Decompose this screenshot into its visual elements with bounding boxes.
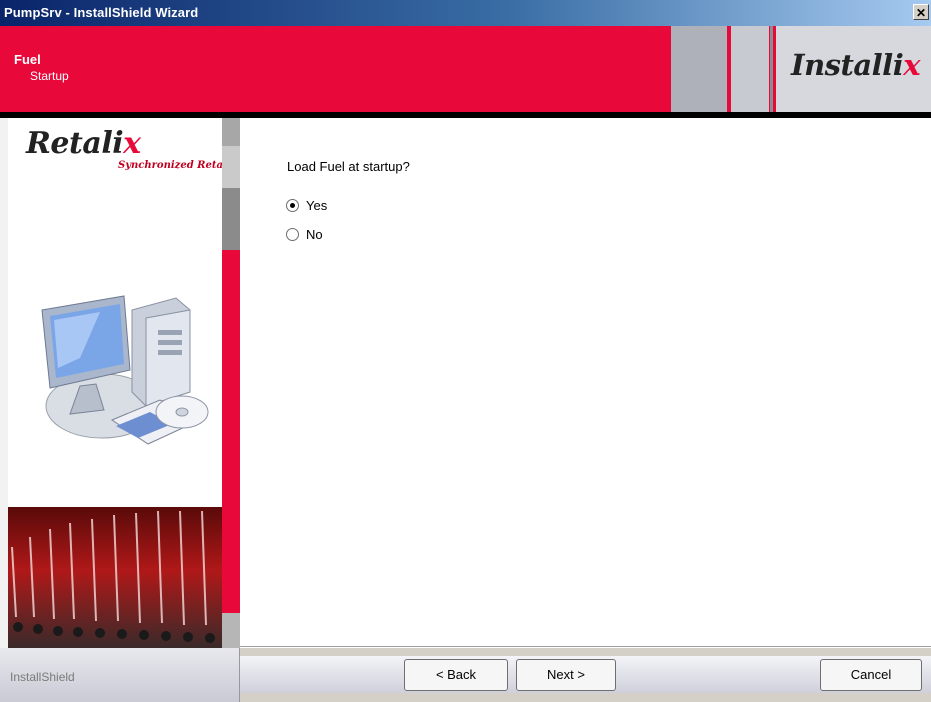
window-title: PumpSrv - InstallShield Wizard <box>4 5 199 20</box>
yes-radio[interactable] <box>286 199 299 212</box>
close-button[interactable]: ✕ <box>913 4 929 20</box>
cancel-button[interactable]: Cancel <box>820 659 922 691</box>
header-stripe <box>770 26 773 112</box>
header-stripe <box>731 26 769 112</box>
header-subtitle: Startup <box>30 69 69 83</box>
side-strip <box>222 146 240 188</box>
footer-separator <box>240 646 931 647</box>
wizard-header: Fuel Startup Installix <box>0 26 931 112</box>
retalix-tagline: Synchronized Retail <box>118 160 231 171</box>
next-button[interactable]: Next > <box>516 659 616 691</box>
installix-logo: Installix <box>791 48 921 82</box>
computer-icon <box>41 295 209 445</box>
side-strip <box>222 188 240 250</box>
radio-selected-dot <box>290 203 295 208</box>
close-icon: ✕ <box>915 6 927 20</box>
retalix-logo: Retalix <box>26 126 141 161</box>
no-radio-label[interactable]: No <box>306 227 323 242</box>
startup-question: Load Fuel at startup? <box>287 159 410 174</box>
title-bar: PumpSrv - InstallShield Wizard ✕ <box>0 0 931 26</box>
header-stripe <box>671 26 727 112</box>
side-strip <box>222 613 240 648</box>
no-radio[interactable] <box>286 228 299 241</box>
side-strip <box>222 250 240 613</box>
shopping-carts-image <box>8 507 222 648</box>
installshield-brand: InstallShield <box>10 670 75 684</box>
back-button[interactable]: < Back <box>404 659 508 691</box>
side-strip <box>222 118 240 146</box>
yes-radio-label[interactable]: Yes <box>306 198 327 213</box>
header-title: Fuel <box>14 52 41 67</box>
